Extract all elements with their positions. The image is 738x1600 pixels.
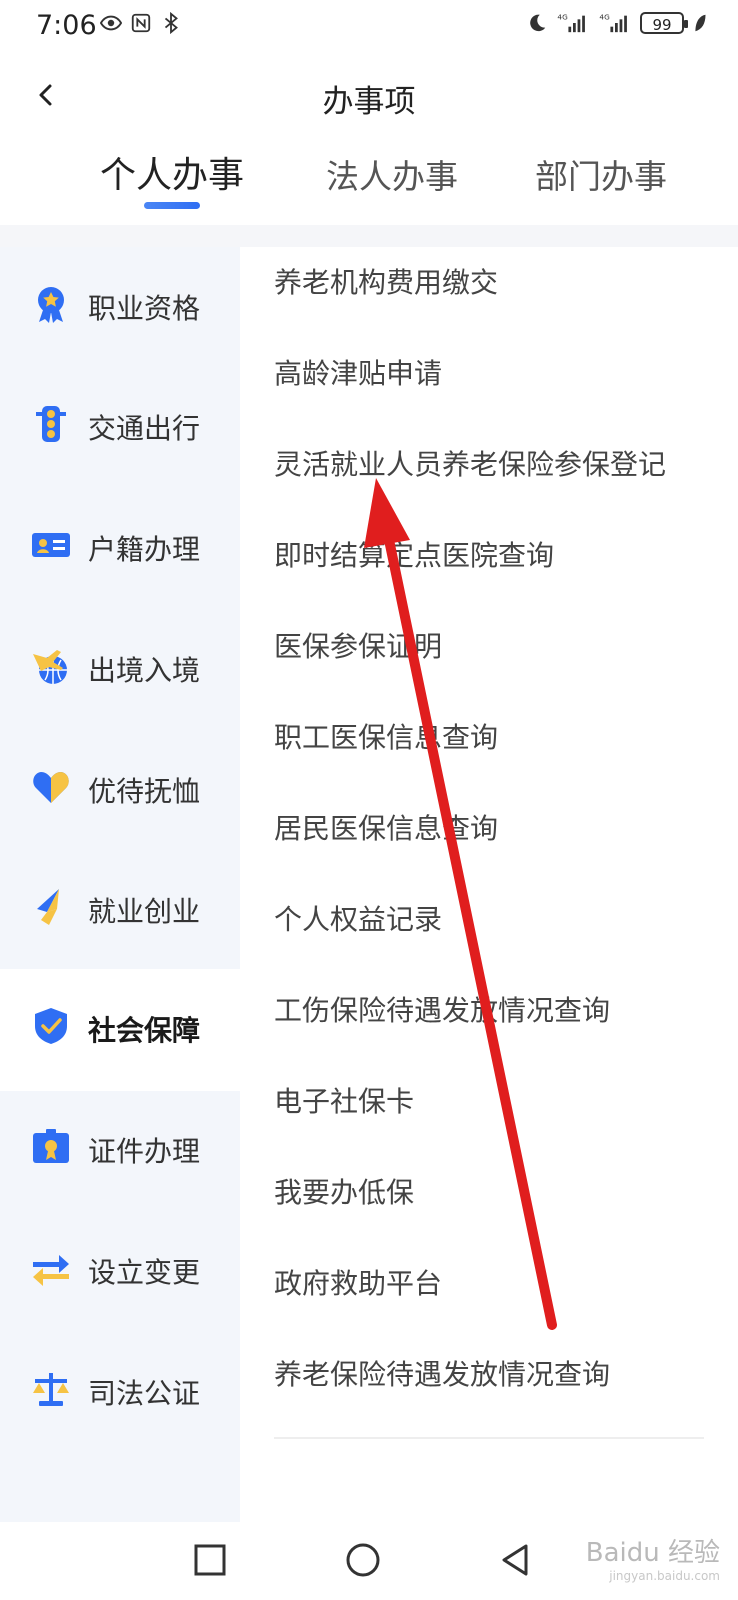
- sidebar-item-household[interactable]: 户籍办理: [0, 488, 240, 610]
- service-item[interactable]: 居民医保信息查询: [274, 807, 498, 847]
- eye-icon: [100, 15, 122, 31]
- sidebar-item-label: 就业创业: [88, 895, 201, 928]
- tab-legal-entity[interactable]: 法人办事: [326, 150, 458, 198]
- service-item[interactable]: 我要办低保: [274, 1171, 414, 1211]
- certificate-icon: [33, 1129, 69, 1163]
- medal-icon: [38, 287, 64, 323]
- nfc-icon: [131, 13, 151, 33]
- sidebar-item-certificate[interactable]: 证件办理: [0, 1090, 240, 1212]
- plane-globe-icon: [33, 650, 67, 684]
- leaf-icon: [695, 14, 706, 32]
- bluetooth-icon: [164, 12, 178, 34]
- service-item[interactable]: 政府救助平台: [274, 1262, 442, 1302]
- service-item[interactable]: 养老机构费用缴交: [274, 261, 498, 301]
- sidebar-item-preferential[interactable]: 优待抚恤: [0, 730, 240, 852]
- service-item[interactable]: 高龄津贴申请: [274, 352, 442, 392]
- service-item[interactable]: 养老保险待遇发放情况查询: [274, 1353, 610, 1393]
- sidebar-item-label: 职业资格: [88, 292, 201, 325]
- scale-icon: [33, 1373, 69, 1406]
- section-separator: [0, 225, 738, 247]
- sidebar-item-judicial-notary[interactable]: 司法公证: [0, 1332, 240, 1454]
- sidebar-item-traffic[interactable]: 交通出行: [0, 367, 240, 489]
- service-item[interactable]: 职工医保信息查询: [274, 716, 498, 756]
- sidebar-item-label: 交通出行: [88, 412, 201, 445]
- sidebar-item-establishment-change[interactable]: 设立变更: [0, 1211, 240, 1333]
- service-item[interactable]: 个人权益记录: [274, 898, 442, 938]
- service-item[interactable]: 医保参保证明: [274, 625, 442, 665]
- home-icon[interactable]: [341, 1538, 385, 1582]
- active-tab-indicator: [144, 202, 200, 209]
- watermark-brand: Baidu 经验: [585, 1538, 720, 1568]
- sidebar-item-label: 户籍办理: [88, 533, 201, 566]
- sidebar-item-social-security[interactable]: 社会保障: [0, 969, 240, 1091]
- service-list: 养老机构费用缴交 高龄津贴申请 灵活就业人员养老保险参保登记 即时结算定点医院查…: [240, 247, 738, 1522]
- svg-text:4G: 4G: [557, 12, 568, 21]
- back-triangle-icon[interactable]: [494, 1538, 538, 1582]
- exchange-icon: [33, 1255, 69, 1286]
- watermark: Baidu 经验 jingyan.baidu.com: [586, 1532, 720, 1583]
- sidebar-item-label: 出境入境: [88, 654, 201, 687]
- sidebar-item-label: 社会保障: [88, 1014, 201, 1047]
- id-card-icon: [32, 533, 70, 557]
- battery-indicator: 99: [640, 12, 688, 34]
- tab-bar: 个人办事 法人办事 部门办事: [0, 144, 738, 224]
- sidebar-item-label: 设立变更: [88, 1256, 201, 1289]
- tab-personal[interactable]: 个人办事: [100, 146, 244, 198]
- sidebar-item-employment[interactable]: 就业创业: [0, 850, 240, 972]
- service-item[interactable]: 即时结算定点医院查询: [274, 534, 554, 574]
- page-title: 办事项: [322, 84, 416, 120]
- sidebar-item-label: 证件办理: [88, 1135, 201, 1168]
- shield-check-icon: [35, 1008, 67, 1044]
- svg-text:4G: 4G: [599, 12, 610, 21]
- category-sidebar: 职业资格 交通出行 户籍办理 出境入境 优待抚恤 就业创业 社会保障 证件办理 …: [0, 247, 240, 1522]
- watermark-url: jingyan.baidu.com: [609, 1569, 720, 1583]
- traffic-light-icon: [36, 406, 66, 442]
- tab-department[interactable]: 部门办事: [535, 150, 667, 198]
- sidebar-item-entry-exit[interactable]: 出境入境: [0, 609, 240, 731]
- status-left-icons: [100, 12, 182, 34]
- status-time: 7:06: [36, 10, 97, 41]
- signal-icon-2: 4G: [599, 12, 627, 33]
- system-nav-bar: Baidu 经验 jingyan.baidu.com: [0, 1522, 738, 1600]
- service-item[interactable]: 电子社保卡: [274, 1080, 414, 1120]
- status-bar: 7:06 4G 4G 99: [0, 0, 738, 56]
- moon-icon: [530, 14, 546, 32]
- heart-icon: [33, 772, 69, 803]
- sidebar-item-label: 司法公证: [88, 1377, 201, 1410]
- app-header: 办事项: [0, 56, 738, 144]
- service-item[interactable]: 工伤保险待遇发放情况查询: [274, 989, 610, 1029]
- sidebar-item-label: 优待抚恤: [88, 775, 201, 808]
- signal-icon: 4G: [557, 12, 585, 33]
- recent-apps-icon[interactable]: [188, 1538, 232, 1582]
- status-right-icons: 4G 4G 99: [526, 12, 708, 34]
- sidebar-item-qualification[interactable]: 职业资格: [0, 247, 240, 369]
- rocket-icon: [37, 889, 59, 925]
- list-divider: [274, 1437, 704, 1439]
- service-item[interactable]: 灵活就业人员养老保险参保登记: [274, 443, 666, 483]
